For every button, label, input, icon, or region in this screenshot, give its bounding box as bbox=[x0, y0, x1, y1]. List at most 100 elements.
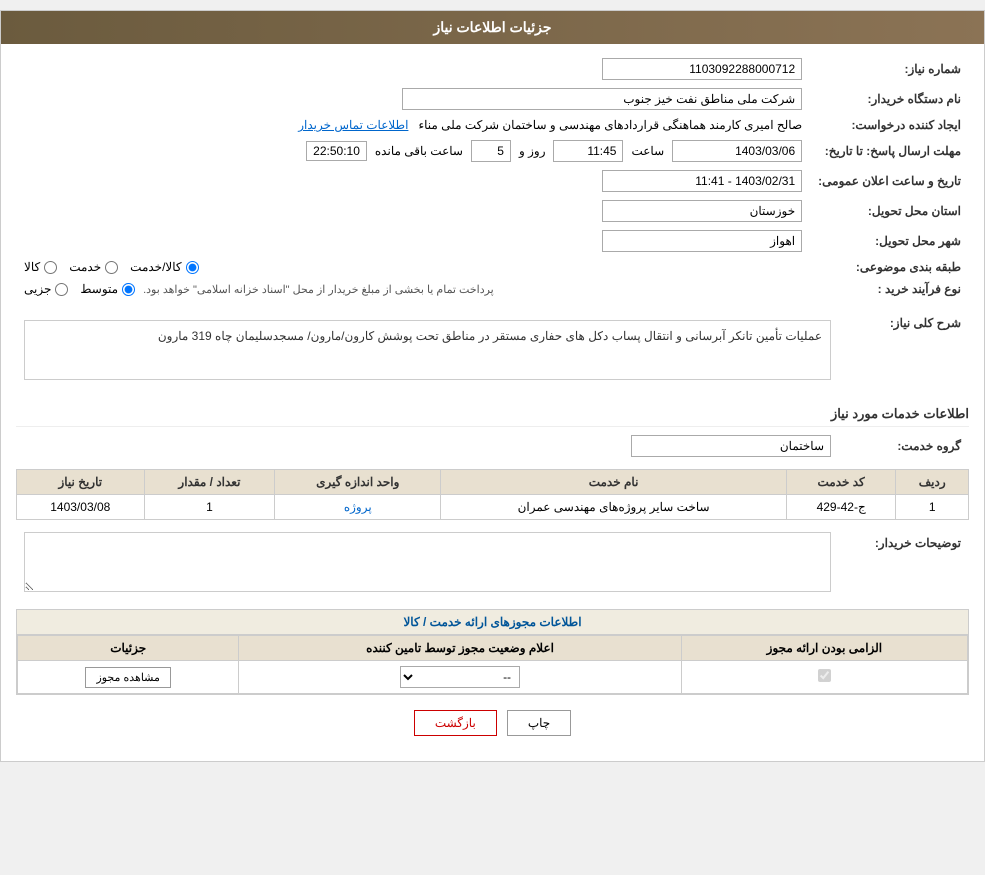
category-radio-group: کالا خدمت کالا/خدمت bbox=[24, 260, 802, 274]
countdown-label: ساعت باقی مانده bbox=[375, 144, 463, 158]
deadline-date-input[interactable] bbox=[672, 140, 802, 162]
purchase-jozii-radio[interactable] bbox=[55, 283, 68, 296]
announce-row: تاریخ و ساعت اعلان عمومی: bbox=[16, 166, 969, 196]
category-kala-khedmat-radio[interactable] bbox=[186, 261, 199, 274]
creator-text: صالح امیری کارمند هماهنگی قراردادهای مهن… bbox=[418, 118, 802, 132]
category-kala-khedmat-label[interactable]: کالا/خدمت bbox=[130, 260, 198, 274]
purchase-motovaset-label[interactable]: متوسط bbox=[80, 282, 135, 296]
buyer-notes-row: توضیحات خریدار: bbox=[16, 528, 969, 599]
col-service-code: کد خدمت bbox=[786, 470, 895, 495]
category-khedmat-label[interactable]: خدمت bbox=[69, 260, 118, 274]
perm-required-cell bbox=[681, 661, 967, 694]
deadline-days-input[interactable] bbox=[471, 140, 511, 162]
purchase-type-label: نوع فرآیند خرید : bbox=[810, 278, 969, 300]
purchase-note: پرداخت تمام یا بخشی از مبلغ خریدار از مح… bbox=[143, 283, 494, 296]
description-text: عملیات تأمین تانکر آبرسانی و انتقال پساب… bbox=[158, 329, 822, 343]
category-kala-text: کالا bbox=[24, 260, 40, 274]
cell-date: 1403/03/08 bbox=[17, 495, 145, 520]
header-title: جزئیات اطلاعات نیاز bbox=[433, 19, 551, 35]
deadline-value: ساعت روز و ساعت باقی مانده 22:50:10 bbox=[16, 136, 810, 166]
page-wrapper: جزئیات اطلاعات نیاز شماره نیاز: نام دستگ… bbox=[0, 10, 985, 762]
province-value bbox=[16, 196, 810, 226]
purchase-jozii-label[interactable]: جزیی bbox=[24, 282, 68, 296]
description-table: شرح کلی نیاز: عملیات تأمین تانکر آبرسانی… bbox=[16, 308, 969, 392]
cell-service-code: ج-42-429 bbox=[786, 495, 895, 520]
services-data-table: ردیف کد خدمت نام خدمت واحد اندازه گیری ت… bbox=[16, 469, 969, 520]
permissions-section: اطلاعات مجوزهای ارائه خدمت / کالا الزامی… bbox=[16, 609, 969, 695]
service-group-input[interactable] bbox=[631, 435, 831, 457]
buyer-notes-textarea[interactable] bbox=[24, 532, 831, 592]
print-button[interactable]: چاپ bbox=[507, 710, 571, 736]
creator-row: ایجاد کننده درخواست: صالح امیری کارمند ه… bbox=[16, 114, 969, 136]
services-table-header: ردیف کد خدمت نام خدمت واحد اندازه گیری ت… bbox=[17, 470, 969, 495]
category-kala-radio[interactable] bbox=[44, 261, 57, 274]
description-row: شرح کلی نیاز: عملیات تأمین تانکر آبرسانی… bbox=[16, 308, 969, 392]
deadline-countdown-row: ساعت روز و ساعت باقی مانده 22:50:10 bbox=[24, 140, 802, 162]
province-label: استان محل تحویل: bbox=[810, 196, 969, 226]
back-button[interactable]: بازگشت bbox=[414, 710, 497, 736]
deadline-time-label: ساعت bbox=[631, 144, 664, 158]
province-row: استان محل تحویل: bbox=[16, 196, 969, 226]
buyer-org-value bbox=[16, 84, 810, 114]
category-kala-label[interactable]: کالا bbox=[24, 260, 57, 274]
need-number-value bbox=[16, 54, 810, 84]
footer-buttons: چاپ بازگشت bbox=[16, 695, 969, 751]
col-service-name: نام خدمت bbox=[441, 470, 787, 495]
purchase-type-container: جزیی متوسط پرداخت تمام یا بخشی از مبلغ خ… bbox=[24, 282, 802, 296]
buyer-notes-table: توضیحات خریدار: bbox=[16, 528, 969, 599]
contact-link[interactable]: اطلاعات تماس خریدار bbox=[298, 118, 408, 132]
service-group-table: گروه خدمت: bbox=[16, 431, 969, 461]
col-quantity: تعداد / مقدار bbox=[144, 470, 275, 495]
col-date: تاریخ نیاز bbox=[17, 470, 145, 495]
info-table: شماره نیاز: نام دستگاه خریدار: ایجاد کنن… bbox=[16, 54, 969, 300]
buyer-notes-label: توضیحات خریدار: bbox=[839, 528, 969, 599]
permissions-title: اطلاعات مجوزهای ارائه خدمت / کالا bbox=[403, 615, 581, 629]
purchase-type-radio-group: جزیی متوسط bbox=[24, 282, 135, 296]
buyer-notes-value bbox=[16, 528, 839, 599]
province-input[interactable] bbox=[602, 200, 802, 222]
purchase-type-value: جزیی متوسط پرداخت تمام یا بخشی از مبلغ خ… bbox=[16, 278, 810, 300]
announce-label: تاریخ و ساعت اعلان عمومی: bbox=[810, 166, 969, 196]
service-group-value bbox=[16, 431, 839, 461]
permissions-table-header: الزامی بودن ارائه مجوز اعلام وضعیت مجوز … bbox=[18, 636, 968, 661]
announce-input[interactable] bbox=[602, 170, 802, 192]
category-kala-khedmat-text: کالا/خدمت bbox=[130, 260, 181, 274]
buyer-org-input[interactable] bbox=[402, 88, 802, 110]
description-box: عملیات تأمین تانکر آبرسانی و انتقال پساب… bbox=[24, 320, 831, 380]
permissions-table: الزامی بودن ارائه مجوز اعلام وضعیت مجوز … bbox=[17, 635, 968, 694]
creator-label: ایجاد کننده درخواست: bbox=[810, 114, 969, 136]
perm-status-select[interactable]: -- bbox=[400, 666, 520, 688]
cell-row-num: 1 bbox=[896, 495, 969, 520]
perm-col-status: اعلام وضعیت مجوز توسط تامین کننده bbox=[239, 636, 681, 661]
deadline-time-input[interactable] bbox=[553, 140, 623, 162]
purchase-motovaset-text: متوسط bbox=[80, 282, 118, 296]
cell-service-name: ساخت سایر پروژه‌های مهندسی عمران bbox=[441, 495, 787, 520]
view-permit-button[interactable]: مشاهده مجوز bbox=[85, 667, 170, 688]
need-number-row: شماره نیاز: bbox=[16, 54, 969, 84]
purchase-type-row: نوع فرآیند خرید : جزیی متوسط bbox=[16, 278, 969, 300]
perm-details-cell: مشاهده مجوز bbox=[18, 661, 239, 694]
need-number-input[interactable] bbox=[602, 58, 802, 80]
need-number-label: شماره نیاز: bbox=[810, 54, 969, 84]
permissions-header: اطلاعات مجوزهای ارائه خدمت / کالا bbox=[17, 610, 968, 635]
category-khedmat-radio[interactable] bbox=[105, 261, 118, 274]
permissions-row: -- مشاهده مجوز bbox=[18, 661, 968, 694]
category-label: طبقه بندی موضوعی: bbox=[810, 256, 969, 278]
category-radios: کالا خدمت کالا/خدمت bbox=[16, 256, 810, 278]
creator-value: صالح امیری کارمند هماهنگی قراردادهای مهن… bbox=[16, 114, 810, 136]
table-row: 1 ج-42-429 ساخت سایر پروژه‌های مهندسی عم… bbox=[17, 495, 969, 520]
perm-col-required: الزامی بودن ارائه مجوز bbox=[681, 636, 967, 661]
category-row: طبقه بندی موضوعی: کالا خدمت bbox=[16, 256, 969, 278]
city-label: شهر محل تحویل: bbox=[810, 226, 969, 256]
deadline-row: مهلت ارسال پاسخ: تا تاریخ: ساعت روز و سا… bbox=[16, 136, 969, 166]
col-unit: واحد اندازه گیری bbox=[275, 470, 441, 495]
city-input[interactable] bbox=[602, 230, 802, 252]
description-label: شرح کلی نیاز: bbox=[839, 308, 969, 392]
countdown-value: 22:50:10 bbox=[306, 141, 367, 161]
deadline-days-label: روز و bbox=[519, 144, 546, 158]
perm-status-cell: -- bbox=[239, 661, 681, 694]
perm-required-checkbox bbox=[818, 669, 831, 682]
purchase-jozii-text: جزیی bbox=[24, 282, 51, 296]
purchase-motovaset-radio[interactable] bbox=[122, 283, 135, 296]
header-bar: جزئیات اطلاعات نیاز bbox=[1, 11, 984, 44]
